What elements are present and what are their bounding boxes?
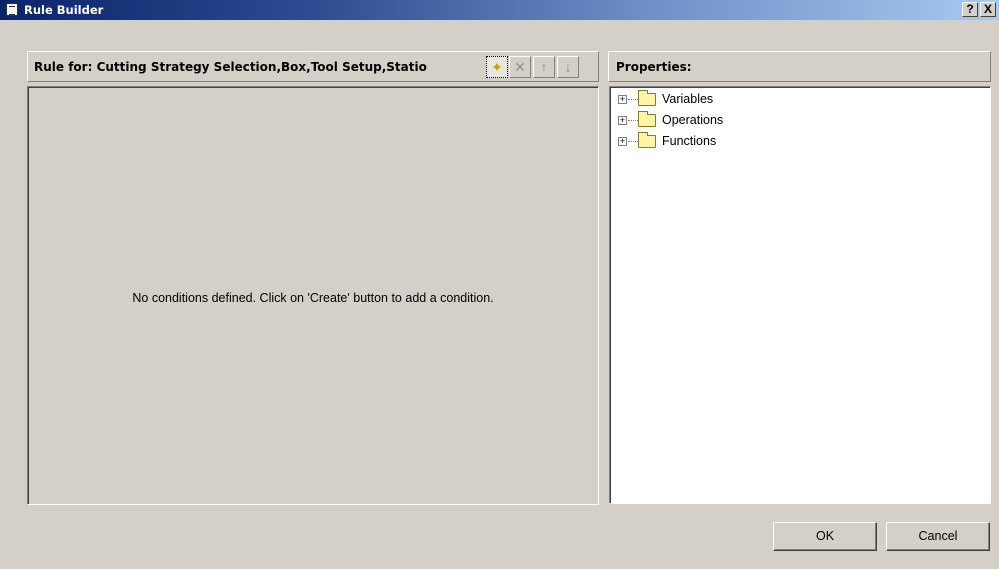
arrow-up-icon: ↑ [540,59,548,75]
properties-tree[interactable]: + Variables + Operations + Functions [609,86,991,504]
delete-icon: ✕ [514,59,526,75]
help-button[interactable]: ? [962,2,978,17]
close-button[interactable]: X [980,2,996,17]
expand-icon[interactable]: + [618,137,627,146]
tree-line [628,99,638,100]
rule-builder-icon [6,3,18,16]
expand-icon[interactable]: + [618,95,627,104]
folder-icon [638,132,656,148]
tree-item-label[interactable]: Operations [662,113,723,127]
create-button[interactable]: ✦ [486,56,508,78]
title-bar: Rule Builder ? X [0,0,999,20]
tree-item-label[interactable]: Functions [662,134,716,148]
empty-conditions-message: No conditions defined. Click on 'Create'… [132,291,494,305]
window-title: Rule Builder [24,3,104,17]
delete-button[interactable]: ✕ [509,56,531,78]
cancel-button[interactable]: Cancel [886,522,990,551]
tree-line [628,120,638,121]
properties-header: Properties: [608,51,991,82]
tree-item-label[interactable]: Variables [662,92,713,106]
move-up-button[interactable]: ↑ [533,56,555,78]
ok-button[interactable]: OK [773,522,877,551]
create-icon: ✦ [491,59,503,75]
move-down-button[interactable]: ↓ [557,56,579,78]
properties-header-label: Properties: [616,60,692,74]
tree-line [628,141,638,142]
rule-header-label: Rule for: Cutting Strategy Selection,Box… [34,60,427,74]
folder-icon [638,90,656,106]
conditions-panel[interactable]: No conditions defined. Click on 'Create'… [27,86,599,505]
folder-icon [638,111,656,127]
rule-header: Rule for: Cutting Strategy Selection,Box… [27,51,599,82]
expand-icon[interactable]: + [618,116,627,125]
arrow-down-icon: ↓ [564,59,572,75]
